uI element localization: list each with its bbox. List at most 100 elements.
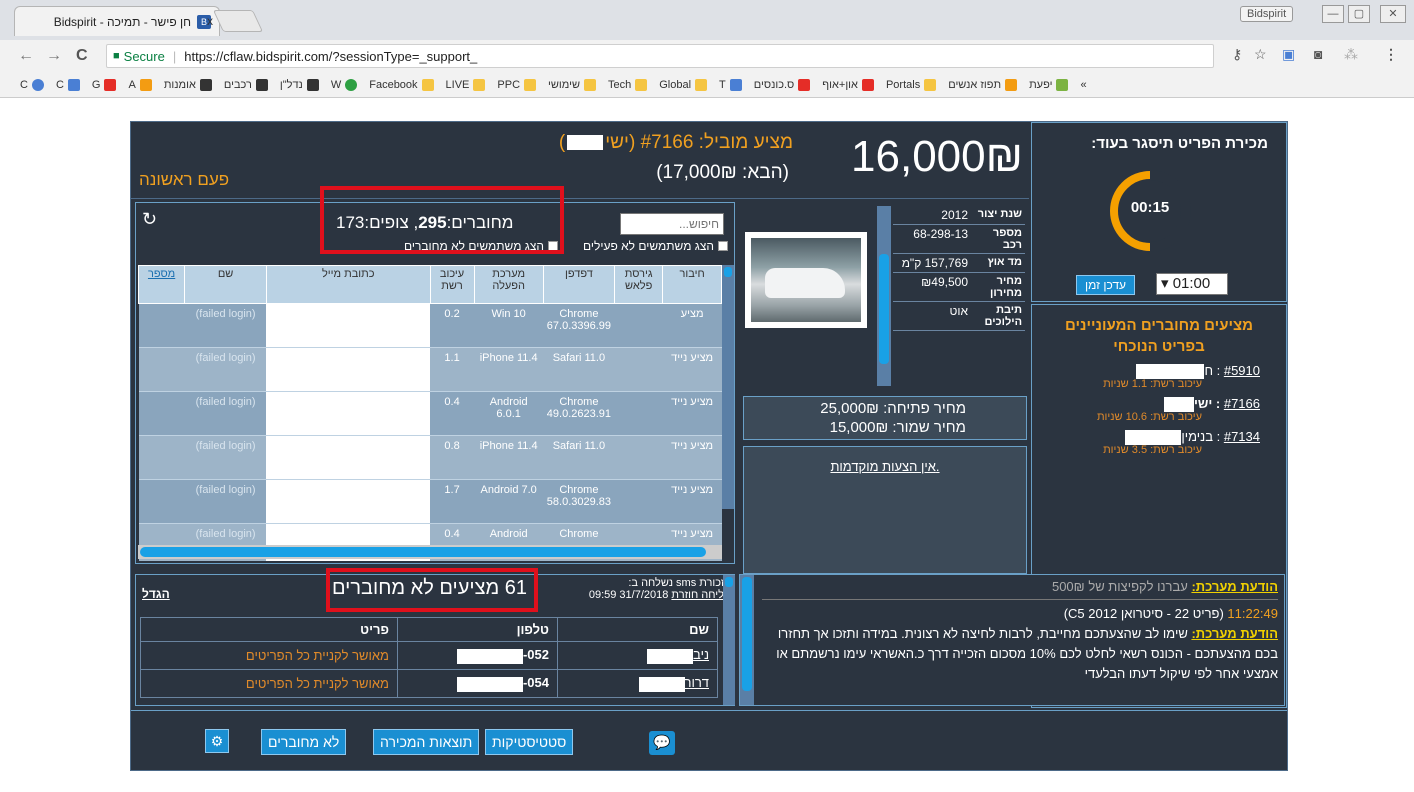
bidder-link[interactable]: #5910: [1224, 363, 1260, 378]
current-price: 16,000₪: [851, 132, 1023, 181]
menu-dots-icon[interactable]: ⋮: [1384, 46, 1398, 63]
bookmark-item[interactable]: און+אוף: [822, 78, 874, 91]
bookmark-overflow-icon[interactable]: »: [1080, 79, 1086, 91]
statistics-button[interactable]: סטטיסטיקות: [485, 729, 574, 755]
bidder-name-link[interactable]: דרור: [685, 675, 709, 690]
star-icon[interactable]: ☆: [1254, 46, 1267, 63]
table-row[interactable]: מציע נייד Safari 11.0 iPhone 11.4 1.1 (faile…: [138, 347, 722, 392]
table-vertical-scrollbar[interactable]: [722, 265, 734, 509]
omnibox-separator: |: [172, 48, 177, 64]
connection-counts: מחוברים:295, צופים:173: [336, 213, 514, 232]
bookmark-item[interactable]: רכבים: [224, 78, 268, 91]
col-header[interactable]: מספר: [138, 265, 186, 304]
specs-scrollbar[interactable]: [877, 206, 891, 386]
bookmark-item[interactable]: אומנות: [164, 78, 212, 91]
bookmark-item[interactable]: ס.כונסים: [754, 78, 811, 91]
close-window-icon[interactable]: ✕: [1380, 5, 1406, 23]
search-input[interactable]: [620, 213, 724, 235]
bookmark-folder[interactable]: Global: [659, 78, 708, 91]
col-header[interactable]: שם: [184, 265, 267, 304]
connections-panel: ↻ מחוברים:295, צופים:173 הצג משתמשים לא …: [135, 202, 735, 564]
bookmark-item[interactable]: A: [128, 78, 152, 91]
bookmark-item[interactable]: T: [719, 78, 742, 91]
key-icon[interactable]: ⚷: [1232, 46, 1242, 63]
messages-log: הודעת מערכת: עברנו לקפיצות של 500₪ 11:22…: [756, 575, 1284, 705]
bidder-link[interactable]: #7134: [1224, 429, 1260, 444]
redacted-email: [266, 347, 431, 392]
address-bar[interactable]: ■ Secure | https://cflaw.bidspirit.com/?…: [106, 44, 1214, 68]
col-header[interactable]: כתובת מייל: [265, 265, 431, 304]
bidders-title: מציעים מחוברים המעוניינים בפריט הנוכחי: [1064, 317, 1254, 355]
price-banner: 16,000₪ מציע מוביל: #7166 (ישי) (הבא: 17…: [131, 122, 1029, 199]
col-header[interactable]: חיבור: [662, 265, 722, 304]
table-row[interactable]: מציע נייד Chrome 49.0.2623.91 Android 6.0.…: [138, 391, 722, 436]
spec-row: מחיר מחירון ₪49,500: [893, 272, 1025, 302]
bookmarks-bar: » יפעת תפוז אנשים Portals און+אוף ס.כונס…: [0, 72, 1414, 98]
bookmark-folder[interactable]: שימושי: [548, 78, 596, 91]
time-select[interactable]: ▾ 01:00: [1156, 273, 1228, 295]
minimize-icon[interactable]: —: [1322, 5, 1344, 23]
table-row[interactable]: מציע נייד Safari 11.0 iPhone 11.4 0.8 (faile…: [138, 435, 722, 480]
update-time-button[interactable]: עדכן זמן: [1076, 275, 1136, 295]
bookmark-folder[interactable]: PPC: [497, 78, 537, 91]
gear-icon[interactable]: ⚙: [205, 729, 229, 753]
extension-icon[interactable]: ⁂: [1344, 46, 1358, 63]
camera-icon[interactable]: ◙: [1314, 46, 1322, 62]
table-row[interactable]: מציע Chrome 67.0.3396.99 Win 10 0.2 (failed …: [138, 303, 722, 348]
not-connected-scrollbar[interactable]: [723, 575, 735, 705]
bookmark-folder[interactable]: Portals: [886, 78, 937, 91]
bookmark-item[interactable]: C: [56, 78, 80, 91]
browser-tab[interactable]: B חן פישר - תמיכה - Bidspirit x: [14, 6, 220, 36]
bookmark-item[interactable]: תפוז אנשים: [948, 78, 1018, 91]
refresh-icon[interactable]: ↻: [142, 209, 157, 230]
maximize-icon[interactable]: ▢: [1348, 5, 1370, 23]
sms-reminder: תזכורת sms נשלחה ב: שליחה חוזרת 31/7/201…: [588, 577, 732, 601]
enlarge-link[interactable]: הגדל: [142, 587, 170, 601]
not-connected-panel: הגדל 61 מציעים לא מחוברים תזכורת sms נשל…: [135, 574, 735, 706]
bidder-latency: עיכוב רשת: 1.1 שניות: [1103, 378, 1202, 391]
redacted-email: [266, 435, 431, 480]
bookmark-item[interactable]: W: [331, 78, 358, 91]
show-inactive-checkbox[interactable]: הצג משתמשים לא פעילים: [583, 239, 728, 253]
bookmark-item[interactable]: C: [20, 78, 44, 91]
col-header: פריט: [140, 617, 398, 642]
message-item: הודעת מערכת: שימו לב שהצעתכם מחייבת, לרב…: [776, 626, 1278, 681]
bookmark-folder[interactable]: Facebook: [369, 78, 434, 91]
bidder-name-link[interactable]: ניב: [693, 647, 709, 662]
tab-close-icon[interactable]: x: [207, 14, 213, 28]
new-tab-button[interactable]: [212, 10, 264, 32]
item-photo[interactable]: [745, 232, 867, 328]
reload-icon[interactable]: C: [76, 47, 88, 65]
translate-icon[interactable]: ▣: [1282, 46, 1295, 63]
bookmark-item[interactable]: G: [92, 78, 117, 91]
bookmark-item[interactable]: יפעת: [1029, 78, 1069, 91]
sale-results-button[interactable]: תוצאות המכירה: [373, 729, 480, 755]
messages-scrollbar[interactable]: [740, 575, 754, 705]
bookmark-folder[interactable]: LIVE: [446, 78, 486, 91]
bidder-link[interactable]: #7166: [1224, 396, 1260, 411]
redacted-email: [266, 303, 431, 348]
page-body: 16,000₪ מציע מוביל: #7166 (ישי) (הבא: 17…: [0, 99, 1414, 792]
not-connected-button[interactable]: לא מחוברים: [261, 729, 347, 755]
lead-bidder: מציע מוביל: #7166 (ישי): [558, 132, 793, 153]
no-advance-bids-link[interactable]: אין הצעות מוקדמות.: [830, 459, 939, 474]
bookmark-item[interactable]: נדל"ן: [280, 78, 319, 91]
chat-icon[interactable]: 💬: [649, 731, 675, 755]
timer-panel: מכירת הפריט תיסגר בעוד: 00:15 עדכן זמן ▾…: [1031, 122, 1287, 302]
col-header[interactable]: עיכוב רשת: [429, 265, 475, 304]
auction-console: 16,000₪ מציע מוביל: #7166 (ישי) (הבא: 17…: [130, 121, 1288, 771]
forward-arrow-icon[interactable]: →: [46, 47, 62, 65]
bookmark-folder[interactable]: Tech: [608, 78, 648, 91]
table-row[interactable]: מציע נייד Chrome 58.0.3029.83 Android 7.0 1…: [138, 479, 722, 524]
advance-bids-box: אין הצעות מוקדמות.: [743, 446, 1027, 574]
col-header[interactable]: דפדפן: [542, 265, 616, 304]
col-header[interactable]: גירסת פלאש: [614, 265, 664, 304]
back-arrow-icon[interactable]: ←: [18, 47, 34, 65]
show-disconnected-checkbox[interactable]: הצג משתמשים לא מחוברים: [404, 239, 558, 253]
bottom-toolbar: 💬 סטטיסטיקות תוצאות המכירה לא מחוברים ⚙: [131, 710, 1287, 770]
window-profile-badge[interactable]: Bidspirit: [1240, 6, 1294, 22]
col-header[interactable]: מערכת הפעלה: [473, 265, 544, 304]
message-item: 11:22:49 (פריט 22 - סיטרואן C5 2012): [1063, 606, 1278, 621]
bidder-entry: #7134 : בנימין עיכוב רשת: 3.5 שניות: [1032, 429, 1286, 456]
table-horizontal-scrollbar[interactable]: [138, 545, 722, 559]
